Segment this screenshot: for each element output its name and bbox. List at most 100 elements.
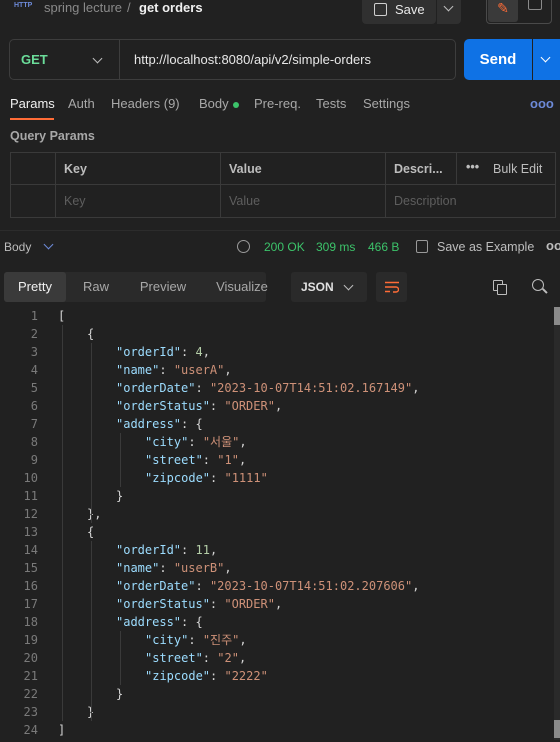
- code-content: "city": "진주",: [145, 631, 247, 649]
- code-line: 17 "orderStatus": "ORDER",: [0, 595, 550, 613]
- code-token: :: [195, 381, 210, 395]
- more-icon[interactable]: ooo: [546, 238, 560, 253]
- code-content: {: [87, 523, 94, 541]
- code-line: 3 "orderId": 4,: [0, 343, 550, 361]
- method-select[interactable]: GET: [21, 52, 48, 67]
- column-header-value: Value: [229, 162, 262, 176]
- format-label: JSON: [301, 280, 334, 294]
- line-number: 2: [30, 327, 38, 341]
- code-line: 18 "address": {: [0, 613, 550, 631]
- line-number: 18: [23, 615, 38, 629]
- code-token: {: [87, 525, 95, 539]
- param-description-input[interactable]: Description: [394, 194, 457, 208]
- code-token: "orderDate": [116, 381, 196, 395]
- code-token: },: [87, 507, 102, 521]
- body-indicator-dot: [232, 101, 239, 108]
- comment-icon[interactable]: [528, 0, 542, 10]
- code-content: "name": "userA",: [116, 361, 232, 379]
- code-content: "orderId": 4,: [116, 343, 210, 361]
- code-line: 24]: [0, 721, 550, 739]
- tab-pretty[interactable]: Pretty: [4, 272, 66, 302]
- code-line: 23}: [0, 703, 550, 721]
- code-content: }: [116, 487, 123, 505]
- url-input[interactable]: http://localhost:8080/api/v2/simple-orde…: [134, 52, 371, 67]
- save-icon: [416, 240, 428, 253]
- scrollbar-thumb[interactable]: [554, 720, 560, 738]
- code-token: "street": [145, 651, 203, 665]
- code-token: ,: [412, 381, 420, 395]
- code-content: "address": {: [116, 415, 203, 433]
- code-content: }: [116, 685, 123, 703]
- chevron-down-icon[interactable]: [43, 239, 54, 250]
- save-button[interactable]: Save: [362, 0, 436, 24]
- tab-settings[interactable]: Settings: [363, 96, 410, 111]
- response-size: 466 B: [368, 240, 400, 254]
- code-token: "ORDER": [224, 597, 275, 611]
- code-token: :: [181, 345, 196, 359]
- code-content: "orderStatus": "ORDER",: [116, 595, 282, 613]
- scrollbar[interactable]: [554, 307, 560, 740]
- code-line: 8 "city": "서울",: [0, 433, 550, 451]
- save-as-example-button[interactable]: Save as Example: [437, 240, 534, 254]
- tab-auth[interactable]: Auth: [68, 96, 95, 111]
- breadcrumb-collection[interactable]: spring lecture: [44, 0, 122, 15]
- code-content: ]: [58, 721, 65, 739]
- line-number: 10: [23, 471, 38, 485]
- code-token: : {: [181, 417, 203, 431]
- pencil-icon[interactable]: ✎: [488, 0, 518, 22]
- code-token: "진주": [202, 633, 240, 647]
- tab-body-label: Body: [199, 96, 229, 111]
- line-number: 17: [23, 597, 38, 611]
- tab-raw[interactable]: Raw: [70, 272, 122, 302]
- param-key-input[interactable]: Key: [64, 194, 86, 208]
- code-token: ,: [238, 651, 247, 665]
- save-dropdown-button[interactable]: [437, 0, 461, 24]
- code-token: 11: [195, 543, 210, 557]
- more-icon[interactable]: ooo: [530, 96, 554, 111]
- more-icon[interactable]: •••: [466, 160, 479, 174]
- code-token: ,: [238, 453, 247, 467]
- code-token: ]: [58, 723, 66, 737]
- tab-tests[interactable]: Tests: [316, 96, 346, 111]
- code-token: "street": [145, 453, 203, 467]
- code-token: "orderDate": [116, 579, 196, 593]
- code-token: "1111": [224, 471, 268, 485]
- bulk-edit-button[interactable]: Bulk Edit: [493, 162, 542, 176]
- tab-body[interactable]: Body: [199, 96, 239, 111]
- wrap-lines-icon: [385, 281, 399, 293]
- code-token: ,: [412, 579, 420, 593]
- code-token: "서울": [202, 435, 240, 449]
- code-token: "zipcode": [145, 669, 211, 683]
- indent-guide: [91, 541, 92, 721]
- code-content: "orderDate": "2023-10-07T14:51:02.207606…: [116, 577, 419, 595]
- code-line: 7 "address": {: [0, 415, 550, 433]
- code-token: "2023-10-07T14:51:02.207606": [209, 579, 413, 593]
- scrollbar-thumb[interactable]: [554, 307, 560, 325]
- tab-visualize[interactable]: Visualize: [204, 272, 280, 302]
- code-line: 19 "city": "진주",: [0, 631, 550, 649]
- line-number: 19: [23, 633, 38, 647]
- code-token: :: [159, 363, 174, 377]
- code-content: "street": "2",: [145, 649, 246, 667]
- code-token: "2": [217, 651, 239, 665]
- format-select[interactable]: JSON: [291, 272, 367, 302]
- code-token: "city": [145, 435, 189, 449]
- param-value-input[interactable]: Value: [229, 194, 260, 208]
- send-dropdown-button[interactable]: [533, 39, 560, 80]
- line-number: 20: [23, 651, 38, 665]
- code-token: ,: [202, 345, 210, 359]
- tab-params[interactable]: Params: [10, 96, 55, 111]
- code-content: "zipcode": "2222": [145, 667, 268, 685]
- breadcrumb-request-name[interactable]: get orders: [139, 0, 203, 15]
- send-button[interactable]: Send: [464, 39, 532, 80]
- tab-pre-request[interactable]: Pre-req.: [254, 96, 301, 111]
- line-number: 1: [30, 309, 38, 323]
- response-time: 309 ms: [316, 240, 356, 254]
- globe-icon[interactable]: [237, 240, 250, 253]
- line-number: 4: [30, 363, 38, 377]
- tab-headers[interactable]: Headers (9): [111, 96, 180, 111]
- tab-preview[interactable]: Preview: [128, 272, 198, 302]
- code-line: 10 "zipcode": "1111": [0, 469, 550, 487]
- response-body-label[interactable]: Body: [4, 240, 31, 254]
- table-divider: [10, 184, 556, 185]
